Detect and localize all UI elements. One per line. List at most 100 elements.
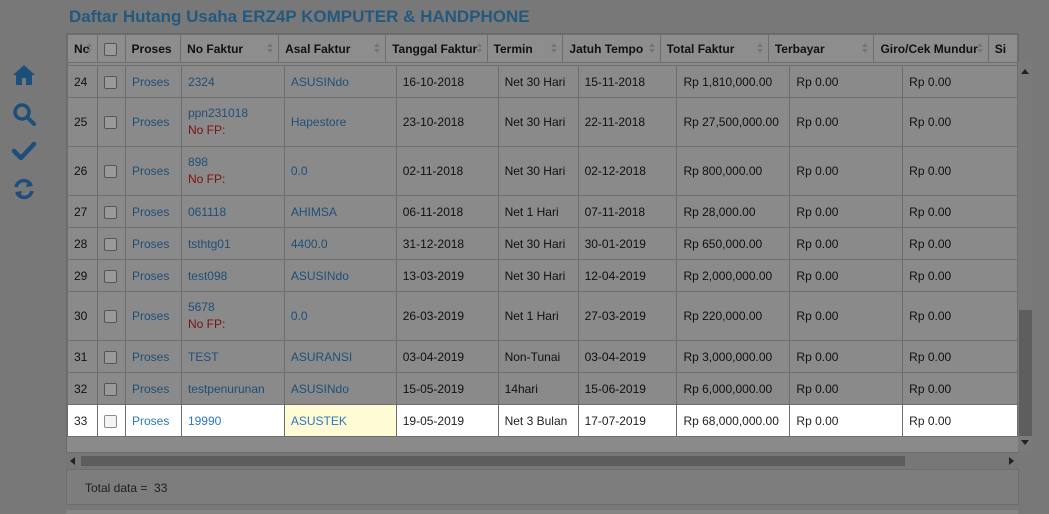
col-header-total-faktur[interactable]: Total Faktur	[659, 34, 769, 63]
row-checkbox[interactable]	[103, 269, 117, 283]
row-checkbox[interactable]	[103, 75, 117, 89]
proses-link[interactable]: Proses	[132, 382, 169, 396]
col-header-tanggal-faktur[interactable]: Tanggal Faktur	[385, 34, 488, 63]
home-button[interactable]	[11, 62, 39, 90]
proses-link[interactable]: Proses	[132, 164, 169, 178]
cell-tanggal-faktur: 03-04-2019	[395, 340, 499, 373]
asal-faktur-link[interactable]: 4400.0	[291, 237, 328, 251]
asal-faktur-link[interactable]: ASUSINdo	[291, 75, 349, 89]
scroll-down-icon[interactable]	[1021, 440, 1029, 445]
cell-jatuh-tempo: 07-11-2018	[577, 195, 678, 228]
col-header-termin[interactable]: Termin	[486, 34, 564, 63]
cell-jatuh-tempo: 03-04-2019	[577, 340, 678, 373]
asal-faktur-link[interactable]: ASURANSI	[291, 350, 352, 364]
sort-icon	[267, 43, 274, 54]
row-checkbox[interactable]	[103, 205, 117, 219]
col-header-si[interactable]: Si	[987, 34, 1018, 63]
scroll-left-icon[interactable]	[70, 457, 75, 465]
horizontal-scrollbar[interactable]	[66, 452, 1018, 469]
col-header-terbayar[interactable]: Terbayar	[767, 34, 875, 63]
row-checkbox[interactable]	[103, 309, 117, 323]
sort-icon	[976, 43, 984, 54]
cell-total-faktur: Rp 27,500,000.00	[676, 97, 791, 147]
no-faktur-link[interactable]: TEST	[188, 350, 219, 364]
no-faktur-link[interactable]: 5678	[188, 300, 215, 314]
cell-select[interactable]	[96, 291, 126, 341]
cell-proses: Proses	[124, 372, 182, 405]
approve-button[interactable]	[11, 138, 39, 166]
no-faktur-link[interactable]: testpenurunan	[188, 382, 265, 396]
asal-faktur-link[interactable]: ASUSTEK	[291, 414, 347, 428]
cell-tanggal-faktur: 16-10-2018	[395, 65, 499, 98]
table-row[interactable]: 30 Proses 5678 No FP: 0.0 26-03-2019 Net 1 Har…	[67, 291, 1018, 341]
horizontal-scroll-thumb[interactable]	[81, 456, 905, 466]
asal-faktur-link[interactable]: ASUSINdo	[291, 382, 349, 396]
proses-link[interactable]: Proses	[132, 75, 169, 89]
cell-terbayar: Rp 0.00	[789, 372, 904, 405]
table-row[interactable]: 29 Proses test098 ASUSINdo 13-03-2019 Net 30 …	[67, 259, 1018, 292]
proses-link[interactable]: Proses	[132, 205, 169, 219]
cell-select[interactable]	[96, 404, 126, 437]
cell-giro: Rp 0.00	[902, 65, 1018, 98]
no-faktur-link[interactable]: test098	[188, 269, 227, 283]
asal-faktur-link[interactable]: 0.0	[291, 164, 308, 178]
cell-select[interactable]	[96, 97, 126, 147]
cell-no-faktur: TEST	[180, 340, 285, 373]
cell-tanggal-faktur: 13-03-2019	[395, 259, 499, 292]
proses-link[interactable]: Proses	[132, 309, 169, 323]
select-all-header[interactable]	[96, 34, 126, 63]
col-header-giro[interactable]: Giro/Cek Mundur	[873, 34, 989, 63]
table-row[interactable]: 24 Proses 2324 ASUSINdo 16-10-2018 Net 30 Har…	[67, 65, 1018, 98]
vertical-scroll-thumb[interactable]	[1019, 310, 1032, 436]
asal-faktur-link[interactable]: ASUSINdo	[291, 269, 349, 283]
row-checkbox[interactable]	[103, 414, 117, 428]
cell-select[interactable]	[96, 340, 126, 373]
proses-link[interactable]: Proses	[132, 414, 169, 428]
refresh-button[interactable]	[11, 176, 39, 204]
proses-link[interactable]: Proses	[132, 115, 169, 129]
col-header-jatuh-tempo[interactable]: Jatuh Tempo	[562, 34, 661, 63]
cell-select[interactable]	[96, 259, 126, 292]
cell-select[interactable]	[96, 227, 126, 260]
proses-link[interactable]: Proses	[132, 350, 169, 364]
col-header-no-faktur[interactable]: No Faktur	[180, 34, 280, 63]
col-header-no[interactable]: No	[67, 34, 98, 63]
search-button[interactable]	[11, 101, 39, 129]
row-checkbox[interactable]	[103, 237, 117, 251]
no-faktur-link[interactable]: 2324	[188, 75, 215, 89]
no-faktur-link[interactable]: ppn231018	[188, 106, 248, 120]
table-row[interactable]: 28 Proses tsthtg01 4400.0 31-12-2018 Net 30 H…	[67, 227, 1018, 260]
row-checkbox[interactable]	[103, 164, 117, 178]
cell-select[interactable]	[96, 372, 126, 405]
no-faktur-link[interactable]: 898	[188, 155, 208, 169]
table-row[interactable]: 32 Proses testpenurunan ASUSINdo 15-05-2019 1…	[67, 372, 1018, 405]
table-row[interactable]: 26 Proses 898 No FP: 0.0 02-11-2018 Net 30 Har…	[67, 146, 1018, 196]
cell-giro: Rp 0.00	[902, 372, 1018, 405]
col-header-asal-faktur[interactable]: Asal Faktur	[278, 34, 387, 63]
cell-no: 24	[67, 65, 98, 98]
scroll-up-icon[interactable]	[1021, 69, 1029, 74]
table-row[interactable]: 25 Proses ppn231018 No FP: Hapestore 23-10-20…	[67, 97, 1018, 147]
proses-link[interactable]: Proses	[132, 237, 169, 251]
select-all-checkbox[interactable]	[103, 42, 117, 56]
vertical-scrollbar[interactable]	[1018, 61, 1033, 451]
table-row[interactable]: 31 Proses TEST ASURANSI 03-04-2019 Non-Tunai 0…	[67, 340, 1018, 373]
no-faktur-link[interactable]: 19990	[188, 414, 221, 428]
cell-select[interactable]	[96, 65, 126, 98]
asal-faktur-link[interactable]: Hapestore	[291, 115, 346, 129]
no-faktur-link[interactable]: 061118	[188, 205, 226, 219]
row-checkbox[interactable]	[103, 350, 117, 364]
proses-link[interactable]: Proses	[132, 269, 169, 283]
table-row[interactable]: 33 Proses 19990 ASUSTEK 19-05-2019 Net 3 Bula…	[67, 404, 1018, 437]
scroll-right-icon[interactable]	[1009, 457, 1014, 465]
cell-select[interactable]	[96, 146, 126, 196]
cell-no-faktur: testpenurunan	[180, 372, 285, 405]
cell-select[interactable]	[96, 195, 126, 228]
row-checkbox[interactable]	[103, 115, 117, 129]
row-checkbox[interactable]	[103, 382, 117, 396]
no-faktur-link[interactable]: tsthtg01	[188, 237, 231, 251]
asal-faktur-link[interactable]: AHIMSA	[291, 205, 337, 219]
asal-faktur-link[interactable]: 0.0	[291, 309, 308, 323]
col-header-proses[interactable]: Proses	[124, 34, 182, 63]
table-row[interactable]: 27 Proses 061118 AHIMSA 06-11-2018 Net 1 Hari…	[67, 195, 1018, 228]
